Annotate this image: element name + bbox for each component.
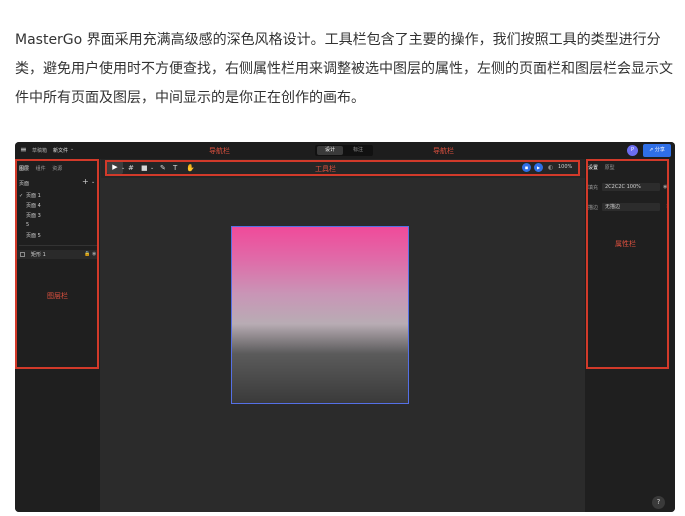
annotation-nav-right: 导航栏 (433, 147, 454, 155)
highlight-properties-panel (586, 159, 669, 369)
gradient-rectangle[interactable] (231, 226, 409, 404)
avatar[interactable]: P (627, 145, 638, 156)
top-navigation-bar: ≡ 草稿箱 新文件 ⌄ 导航栏 设计 标注 导航栏 P ⇗ 分享 (15, 142, 675, 159)
tab-annotate[interactable]: 标注 (345, 146, 371, 155)
annotation-layers: 图层栏 (47, 292, 68, 300)
mode-tabs: 设计 标注 (315, 145, 373, 156)
mastergo-screenshot: ≡ 草稿箱 新文件 ⌄ 导航栏 设计 标注 导航栏 P ⇗ 分享 图层 组件 资… (15, 142, 675, 512)
help-button[interactable]: ? (652, 496, 665, 509)
tab-design[interactable]: 设计 (317, 146, 343, 155)
intro-paragraph: MasterGo 界面采用充满高级感的深色风格设计。工具栏包含了主要的操作，我们… (15, 32, 673, 106)
breadcrumb-file[interactable]: 新文件 (53, 147, 68, 154)
highlight-layers-panel (15, 159, 99, 369)
highlight-toolbar (105, 160, 580, 176)
chevron-down-icon[interactable]: ⌄ (70, 146, 74, 152)
breadcrumb-team[interactable]: 草稿箱 (32, 147, 47, 154)
menu-icon[interactable]: ≡ (20, 145, 27, 154)
annotation-nav-left: 导航栏 (209, 147, 230, 155)
share-button[interactable]: ⇗ 分享 (643, 144, 671, 157)
annotation-properties: 属性栏 (615, 240, 636, 248)
